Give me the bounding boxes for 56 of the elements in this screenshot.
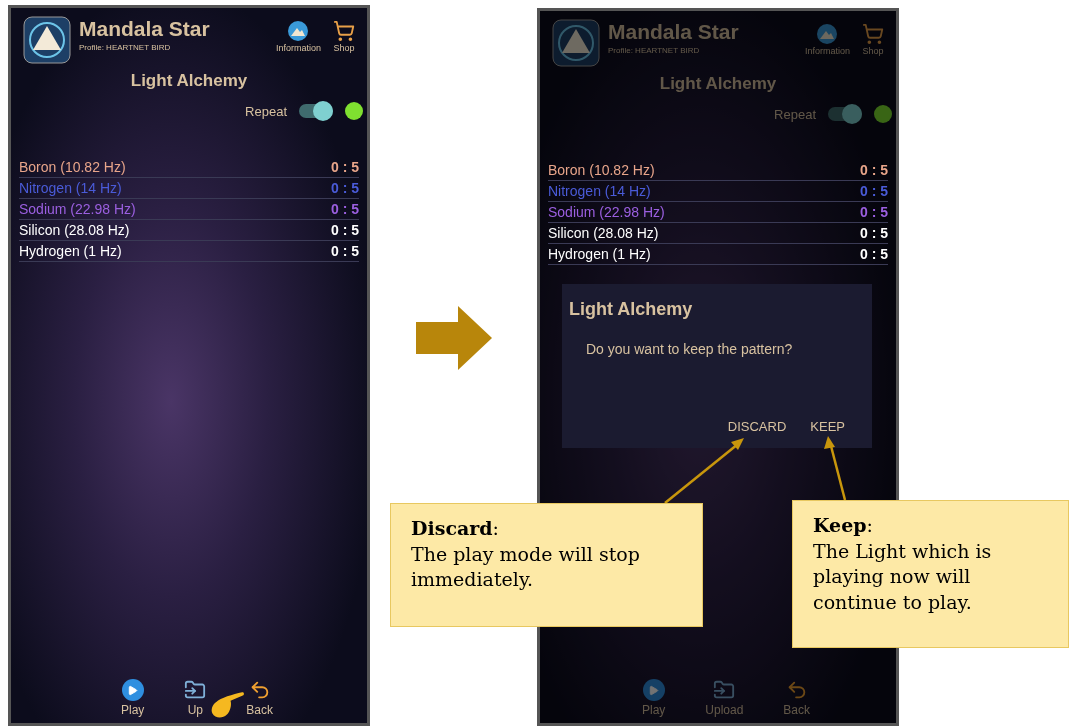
- bottom-nav-button[interactable]: Back: [246, 679, 273, 719]
- right-arrow-icon: [415, 306, 492, 370]
- track-duration: 0 : 5: [331, 180, 359, 196]
- leader-arrow: [824, 436, 847, 501]
- app-logo-icon: [552, 19, 600, 67]
- mountain-icon: [816, 23, 839, 45]
- header-nav-button[interactable]: Information: [275, 20, 321, 56]
- repeat-label: Repeat: [774, 105, 816, 124]
- track-name[interactable]: Sodium (22.98 Hz): [19, 198, 136, 220]
- track-duration: 0 : 5: [860, 246, 888, 262]
- indicator-light: [345, 102, 363, 121]
- bottom-nav-button[interactable]: Play: [121, 679, 145, 719]
- play-icon: [121, 679, 144, 701]
- callout-text: The play mode will stop immediately.: [411, 541, 641, 593]
- track-duration: 0 : 5: [860, 162, 888, 178]
- track-duration: 0 : 5: [860, 183, 888, 199]
- track-name[interactable]: Silicon (28.08 Hz): [548, 222, 659, 244]
- page-title: Light Alchemy: [659, 73, 777, 95]
- dialog-button[interactable]: KEEP: [810, 416, 845, 436]
- play-icon: [642, 679, 665, 701]
- track-duration: 0 : 5: [331, 201, 359, 217]
- track-name[interactable]: Sodium (22.98 Hz): [548, 201, 665, 223]
- track-name[interactable]: Hydrogen (1 Hz): [19, 240, 122, 262]
- cart-icon: [333, 20, 355, 42]
- page-title: Light Alchemy: [130, 70, 248, 92]
- repeat-toggle[interactable]: [828, 107, 862, 122]
- profile-name: Profile: HEARTNET BIRD: [608, 45, 701, 58]
- profile-name: Profile: HEARTNET BIRD: [79, 42, 172, 55]
- track-name[interactable]: Hydrogen (1 Hz): [548, 243, 651, 265]
- repeat-label: Repeat: [245, 102, 287, 121]
- app-logo-icon: [23, 16, 71, 64]
- bottom-nav-button[interactable]: Up: [184, 679, 207, 719]
- track-duration: 0 : 5: [860, 204, 888, 220]
- callout-heading: Discard:: [411, 516, 500, 541]
- callout-heading: Keep:: [813, 513, 874, 538]
- track-name[interactable]: Boron (10.82 Hz): [19, 156, 126, 178]
- folder-arrow-icon: [713, 679, 736, 701]
- mountain-icon: [287, 20, 310, 42]
- track-name[interactable]: Boron (10.82 Hz): [548, 159, 655, 181]
- dialog-message: Do you want to keep the pattern?: [586, 340, 794, 359]
- track-name[interactable]: Nitrogen (14 Hz): [548, 180, 651, 202]
- track-duration: 0 : 5: [331, 159, 359, 175]
- track-duration: 0 : 5: [331, 243, 359, 259]
- dialog-title: Light Alchemy: [569, 298, 694, 321]
- callout-text: The Light which is playing now will continue to play.: [813, 538, 993, 615]
- track-duration: 0 : 5: [331, 222, 359, 238]
- app-title: Mandala Star: [79, 16, 210, 42]
- track-name[interactable]: Silicon (28.08 Hz): [19, 219, 130, 241]
- repeat-toggle[interactable]: [299, 104, 333, 119]
- folder-arrow-icon: [184, 679, 207, 701]
- header-nav-button[interactable]: Shop: [333, 20, 355, 56]
- app-title: Mandala Star: [608, 19, 739, 45]
- cart-icon: [862, 23, 884, 45]
- dialog-button[interactable]: DISCARD: [727, 416, 787, 436]
- indicator-light: [874, 105, 892, 124]
- track-duration: 0 : 5: [860, 225, 888, 241]
